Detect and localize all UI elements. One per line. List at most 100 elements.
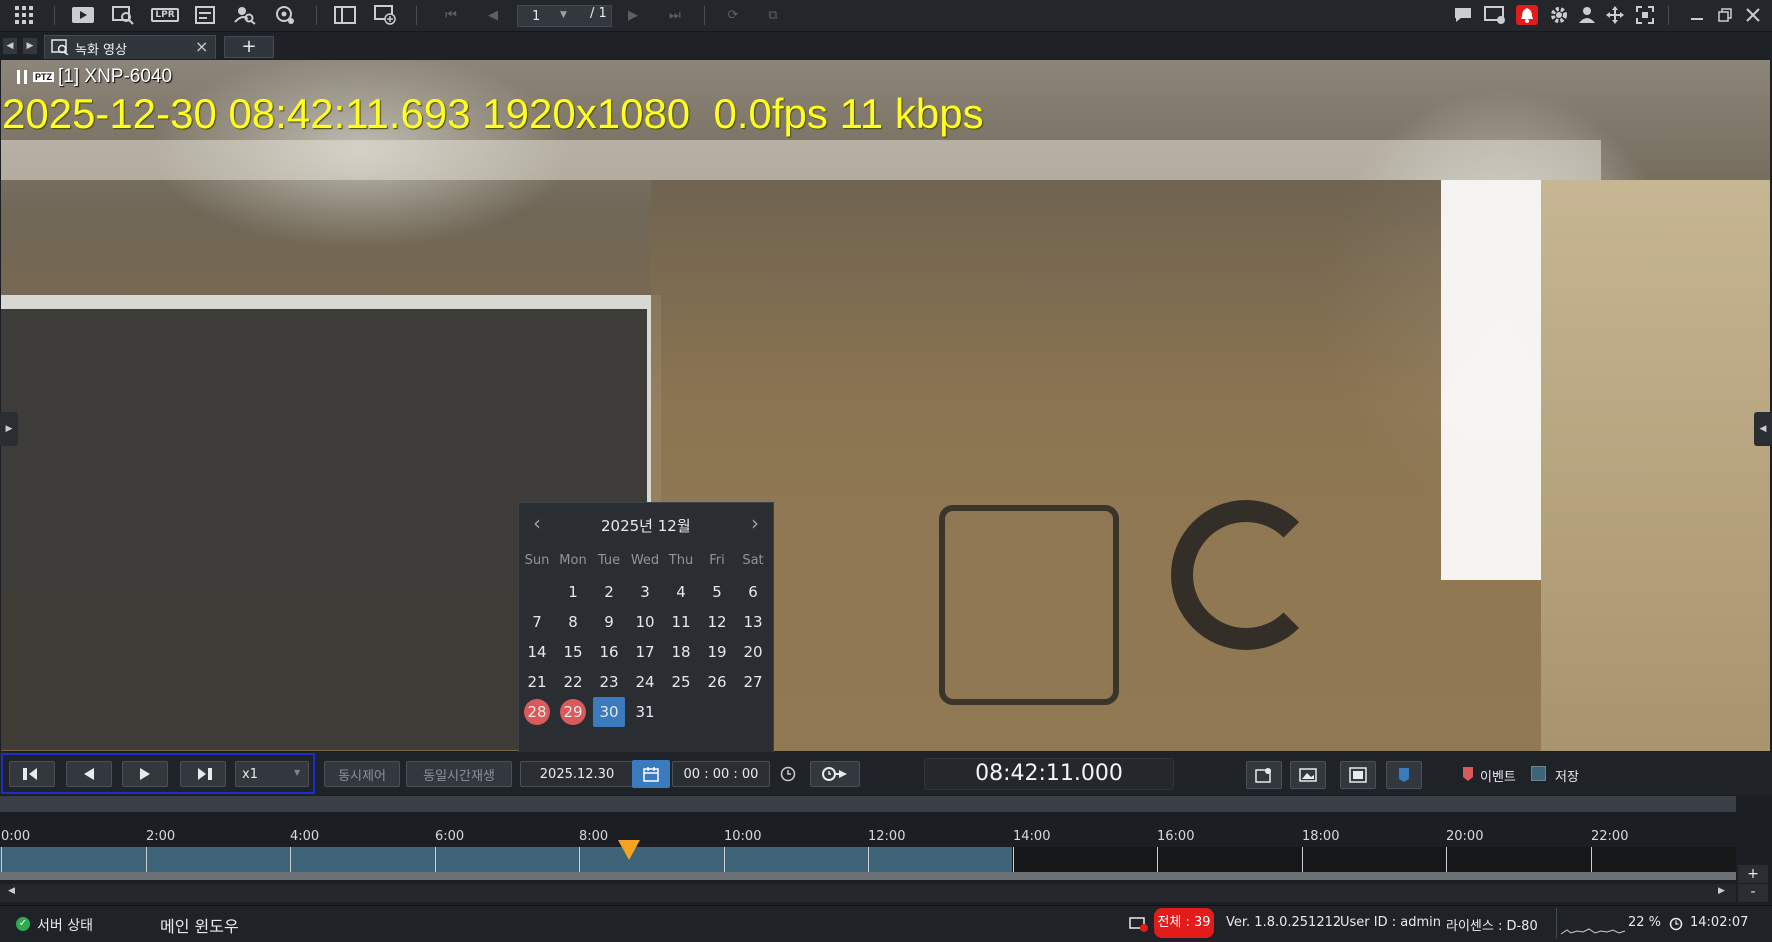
refresh-icon[interactable]: ⟳ (722, 5, 744, 25)
timeline[interactable]: 0:00 2:00 4:00 6:00 8:00 10:00 12:00 14:00 16:00… (0, 796, 1772, 905)
calendar-day-22[interactable]: 22 (558, 669, 588, 695)
device-setup-icon[interactable] (274, 5, 296, 25)
calendar-day-11[interactable]: 11 (666, 609, 696, 635)
calendar-day-14[interactable]: 14 (522, 639, 552, 665)
speed-select[interactable]: x1 ▼ (235, 761, 309, 787)
minimize-icon[interactable] (1686, 5, 1708, 25)
calendar-next-month-icon[interactable]: › (751, 511, 759, 535)
calendar-day-20[interactable]: 20 (738, 639, 768, 665)
last-page-icon[interactable]: ⏭ (664, 5, 686, 25)
export-icon[interactable]: ⧉ (762, 5, 784, 25)
clock-icon[interactable] (780, 766, 796, 786)
event-log-icon[interactable] (194, 5, 216, 25)
next-page-icon[interactable]: ▶ (622, 5, 644, 25)
fullscreen-icon[interactable] (1634, 5, 1656, 25)
storage-legend-label: 저장 (1555, 770, 1579, 785)
go-to-time-button[interactable] (810, 761, 860, 787)
version-label: Ver. 1.8.0.251212 (1226, 915, 1342, 930)
timeline-tick (1302, 847, 1303, 872)
restore-icon[interactable] (1714, 5, 1736, 25)
calendar-day-10[interactable]: 10 (630, 609, 660, 635)
image-export-button[interactable] (1290, 761, 1326, 789)
lpr-icon[interactable]: LPR (151, 5, 179, 25)
calendar-day-13[interactable]: 13 (738, 609, 768, 635)
calendar-day-30[interactable]: 30 (593, 697, 625, 727)
bookmark-button[interactable] (1386, 761, 1422, 789)
close-window-icon[interactable] (1742, 5, 1764, 25)
timeline-label: 6:00 (435, 829, 465, 844)
calendar-day-3[interactable]: 3 (630, 579, 660, 605)
calendar-day-21[interactable]: 21 (522, 669, 552, 695)
calendar-day-12[interactable]: 12 (702, 609, 732, 635)
calendar-day-19[interactable]: 19 (702, 639, 732, 665)
scroll-right-icon[interactable]: ▶ (1718, 886, 1725, 896)
timeline-label: 4:00 (290, 829, 320, 844)
calendar-day-4[interactable]: 4 (666, 579, 696, 605)
video-viewport[interactable]: PTZ [1] XNP-6040 2025-12-30 08:42:11.693… (1, 60, 1770, 751)
timeline-label: 18:00 (1302, 829, 1340, 844)
calendar-day-9[interactable]: 9 (594, 609, 624, 635)
settings-icon[interactable] (1548, 5, 1570, 25)
scroll-left-icon[interactable]: ◀ (8, 886, 15, 896)
playback-search-icon[interactable] (112, 5, 134, 25)
calendar-day-28[interactable]: 28 (522, 699, 552, 725)
calendar-day-31[interactable]: 31 (630, 699, 660, 725)
time-field[interactable]: 00 : 00 : 00 (672, 761, 770, 787)
sync-control-button[interactable]: 동시제어 (324, 761, 400, 787)
calendar-day-8[interactable]: 8 (558, 609, 588, 635)
add-layout-icon[interactable] (374, 5, 396, 25)
zoom-out-button[interactable]: - (1738, 884, 1768, 902)
first-page-icon[interactable]: ⏮ (440, 5, 462, 25)
calendar-day-24[interactable]: 24 (630, 669, 660, 695)
step-back-button[interactable] (9, 761, 55, 787)
calendar-day-23[interactable]: 23 (594, 669, 624, 695)
server-status[interactable]: 서버 상태 (37, 915, 93, 935)
calendar-day-29[interactable]: 29 (558, 699, 588, 725)
snapshot-button[interactable] (1246, 761, 1282, 789)
chat-icon[interactable] (1452, 5, 1474, 25)
tab-recorded-video[interactable]: 녹화 영상 × (44, 35, 216, 59)
same-time-play-button[interactable]: 동일시간재생 (406, 761, 512, 787)
calendar-day-2[interactable]: 2 (594, 579, 624, 605)
calendar-day-26[interactable]: 26 (702, 669, 732, 695)
play-button[interactable] (122, 761, 168, 787)
calendar-day-17[interactable]: 17 (630, 639, 660, 665)
timeline-scrollbar[interactable]: ◀ ▶ (0, 884, 1736, 902)
date-field[interactable]: 2025.12.30 (520, 761, 634, 787)
user-search-icon[interactable] (234, 5, 256, 25)
screen-alarm-icon[interactable] (1484, 5, 1506, 25)
reverse-play-button[interactable] (66, 761, 112, 787)
zoom-in-button[interactable]: + (1738, 865, 1768, 883)
tab-scroll-right-icon[interactable]: ▶ (23, 38, 37, 54)
license-label: 라이센스 : D-80 (1446, 919, 1538, 934)
calendar-button[interactable] (632, 760, 670, 788)
live-view-icon[interactable] (72, 5, 94, 25)
add-tab-button[interactable]: + (224, 36, 274, 58)
calendar-prev-month-icon[interactable]: ‹ (533, 511, 541, 535)
calendar-day-15[interactable]: 15 (558, 639, 588, 665)
tab-close-icon[interactable]: × (195, 37, 208, 56)
tab-scroll-left-icon[interactable]: ◀ (3, 38, 17, 54)
calendar-day-25[interactable]: 25 (666, 669, 696, 695)
calendar-day-5[interactable]: 5 (702, 579, 732, 605)
grid-menu-icon[interactable] (13, 5, 35, 25)
step-forward-button[interactable] (180, 761, 226, 787)
user-icon[interactable] (1576, 5, 1598, 25)
left-panel-toggle-icon[interactable]: ▶ (0, 412, 18, 446)
calendar-day-7[interactable]: 7 (522, 609, 552, 635)
calendar-day-27[interactable]: 27 (738, 669, 768, 695)
calendar-day-1[interactable]: 1 (558, 579, 588, 605)
ptz-badge: PTZ (33, 72, 54, 82)
calendar-day-6[interactable]: 6 (738, 579, 768, 605)
prev-page-icon[interactable]: ◀ (482, 5, 504, 25)
backup-button[interactable] (1340, 761, 1376, 789)
calendar-day-18[interactable]: 18 (666, 639, 696, 665)
calendar-day-16[interactable]: 16 (594, 639, 624, 665)
alarm-device-icon[interactable] (1129, 916, 1149, 936)
right-panel-toggle-icon[interactable]: ◀ (1754, 412, 1772, 446)
move-icon[interactable] (1604, 5, 1626, 25)
total-alarm-badge[interactable]: 전체 : 39 (1154, 908, 1214, 938)
timeline-cursor[interactable] (618, 840, 640, 860)
alarm-bell-icon[interactable] (1516, 5, 1538, 25)
layout-icon[interactable] (334, 5, 356, 25)
